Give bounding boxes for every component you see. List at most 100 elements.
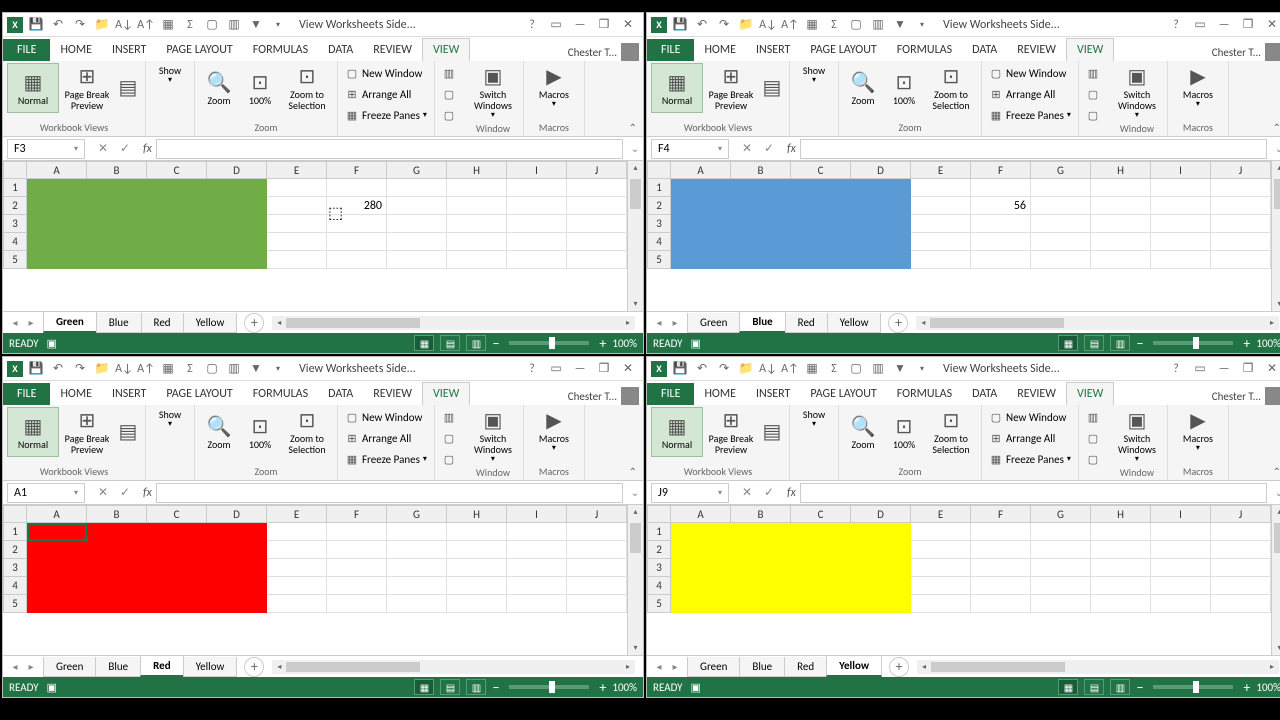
cell[interactable] bbox=[971, 541, 1031, 559]
cell[interactable] bbox=[791, 197, 851, 215]
col-header[interactable]: B bbox=[731, 505, 791, 523]
save-icon[interactable]: 💾 bbox=[27, 16, 45, 34]
scroll-up-icon[interactable]: ▴ bbox=[1272, 161, 1280, 175]
col-header[interactable]: F bbox=[327, 161, 387, 179]
cell[interactable] bbox=[971, 179, 1031, 197]
scroll-down-icon[interactable]: ▾ bbox=[628, 641, 643, 655]
cell[interactable] bbox=[671, 197, 731, 215]
cell[interactable] bbox=[87, 197, 147, 215]
cell[interactable] bbox=[267, 559, 327, 577]
scroll-down-icon[interactable]: ▾ bbox=[628, 297, 643, 311]
name-box[interactable]: F3▾ bbox=[7, 139, 85, 159]
cell[interactable] bbox=[387, 233, 447, 251]
page-break-button[interactable]: ⊞Page Break Preview bbox=[705, 407, 757, 457]
cell[interactable] bbox=[791, 251, 851, 269]
tab-nav-first-icon[interactable]: ◂ bbox=[7, 316, 23, 329]
zoom-selection-button[interactable]: ⊡Zoom to Selection bbox=[925, 407, 977, 457]
cell[interactable] bbox=[87, 215, 147, 233]
close-icon[interactable]: ✕ bbox=[617, 360, 639, 378]
qat-more-icon[interactable]: ▾ bbox=[269, 16, 287, 34]
sort-asc-icon[interactable]: A↓ bbox=[759, 360, 777, 378]
enter-icon[interactable]: ✓ bbox=[759, 141, 779, 156]
cell[interactable] bbox=[147, 251, 207, 269]
row-header[interactable]: 4 bbox=[3, 577, 27, 595]
ribbon-options-icon[interactable]: ▭ bbox=[1189, 16, 1211, 34]
tab-formulas[interactable]: FORMULAS bbox=[887, 383, 962, 405]
sum-icon[interactable]: Σ bbox=[181, 16, 199, 34]
sheet-tab-green[interactable]: Green bbox=[43, 657, 96, 677]
fx-icon[interactable]: fx bbox=[143, 486, 152, 500]
filter-icon[interactable]: ▼ bbox=[247, 360, 265, 378]
box-icon[interactable]: ▢ bbox=[847, 16, 865, 34]
cell[interactable] bbox=[327, 215, 387, 233]
page-break-view-icon[interactable]: ▥ bbox=[1110, 335, 1130, 351]
formula-input[interactable] bbox=[156, 139, 623, 159]
cell[interactable] bbox=[447, 559, 507, 577]
expand-formula-icon[interactable]: ⌄ bbox=[1271, 486, 1280, 499]
cell[interactable] bbox=[971, 577, 1031, 595]
cell[interactable] bbox=[447, 233, 507, 251]
cell[interactable] bbox=[447, 215, 507, 233]
tab-view[interactable]: VIEW bbox=[422, 382, 470, 405]
page-break-button[interactable]: ⊞Page Break Preview bbox=[705, 63, 757, 113]
cell[interactable] bbox=[267, 541, 327, 559]
filter-icon[interactable]: ▼ bbox=[247, 16, 265, 34]
tab-nav-last-icon[interactable]: ▸ bbox=[667, 316, 683, 329]
redo-icon[interactable]: ↷ bbox=[71, 16, 89, 34]
cell[interactable] bbox=[27, 523, 87, 541]
cell[interactable] bbox=[387, 595, 447, 613]
cell[interactable] bbox=[567, 523, 627, 541]
row-header[interactable]: 3 bbox=[647, 559, 671, 577]
page-layout-button[interactable]: ▤ bbox=[115, 63, 141, 113]
cell[interactable] bbox=[27, 179, 87, 197]
save-icon[interactable]: 💾 bbox=[671, 16, 689, 34]
show-button[interactable]: Show▾ bbox=[150, 407, 190, 431]
cell[interactable] bbox=[791, 577, 851, 595]
cell[interactable] bbox=[671, 233, 731, 251]
cancel-icon[interactable]: ✕ bbox=[93, 485, 113, 500]
cell[interactable] bbox=[567, 179, 627, 197]
row-header[interactable]: 2 bbox=[3, 197, 27, 215]
row-header[interactable]: 5 bbox=[647, 595, 671, 613]
ribbon-options-icon[interactable]: ▭ bbox=[1189, 360, 1211, 378]
row-header[interactable]: 3 bbox=[3, 215, 27, 233]
cell[interactable] bbox=[911, 541, 971, 559]
normal-view-icon[interactable]: ▦ bbox=[1058, 679, 1078, 695]
arrange-all-button[interactable]: ⊞Arrange All bbox=[986, 84, 1074, 104]
col-header[interactable]: J bbox=[567, 161, 627, 179]
cell[interactable] bbox=[1031, 541, 1091, 559]
close-icon[interactable]: ✕ bbox=[1261, 16, 1280, 34]
vertical-scrollbar[interactable]: ▴ ▾ bbox=[627, 505, 643, 655]
cell[interactable] bbox=[27, 251, 87, 269]
sort-desc-icon[interactable]: A↑ bbox=[781, 16, 799, 34]
cell[interactable] bbox=[911, 559, 971, 577]
cell[interactable] bbox=[147, 197, 207, 215]
col-header[interactable]: I bbox=[1151, 505, 1211, 523]
row-header[interactable]: 1 bbox=[647, 523, 671, 541]
normal-view-icon[interactable]: ▦ bbox=[414, 679, 434, 695]
zoom-100-button[interactable]: ⊡100% bbox=[241, 63, 279, 113]
cell[interactable] bbox=[87, 541, 147, 559]
col-header[interactable]: G bbox=[1031, 161, 1091, 179]
cell[interactable] bbox=[731, 251, 791, 269]
cell[interactable] bbox=[851, 595, 911, 613]
zoom-out-icon[interactable]: − bbox=[1136, 679, 1143, 696]
cell[interactable] bbox=[911, 233, 971, 251]
zoom-slider[interactable] bbox=[1153, 341, 1233, 345]
cell[interactable]: 280 bbox=[327, 197, 387, 215]
row-header[interactable]: 2 bbox=[647, 197, 671, 215]
zoom-out-icon[interactable]: − bbox=[492, 335, 499, 352]
filter-icon[interactable]: ▼ bbox=[891, 360, 909, 378]
tab-data[interactable]: DATA bbox=[962, 383, 1007, 405]
table-icon[interactable]: ▦ bbox=[159, 360, 177, 378]
cell[interactable] bbox=[1151, 215, 1211, 233]
switch-windows-button[interactable]: ▣Switch Windows▾ bbox=[1111, 63, 1163, 122]
cell[interactable] bbox=[1151, 577, 1211, 595]
zoom-100-button[interactable]: ⊡100% bbox=[885, 407, 923, 457]
help-icon[interactable]: ? bbox=[523, 360, 541, 378]
arrange-all-button[interactable]: ⊞Arrange All bbox=[342, 428, 430, 448]
col-header[interactable]: E bbox=[911, 505, 971, 523]
expand-formula-icon[interactable]: ⌄ bbox=[627, 142, 643, 155]
col-header[interactable]: G bbox=[1031, 505, 1091, 523]
hscroll-thumb[interactable] bbox=[930, 318, 1064, 328]
